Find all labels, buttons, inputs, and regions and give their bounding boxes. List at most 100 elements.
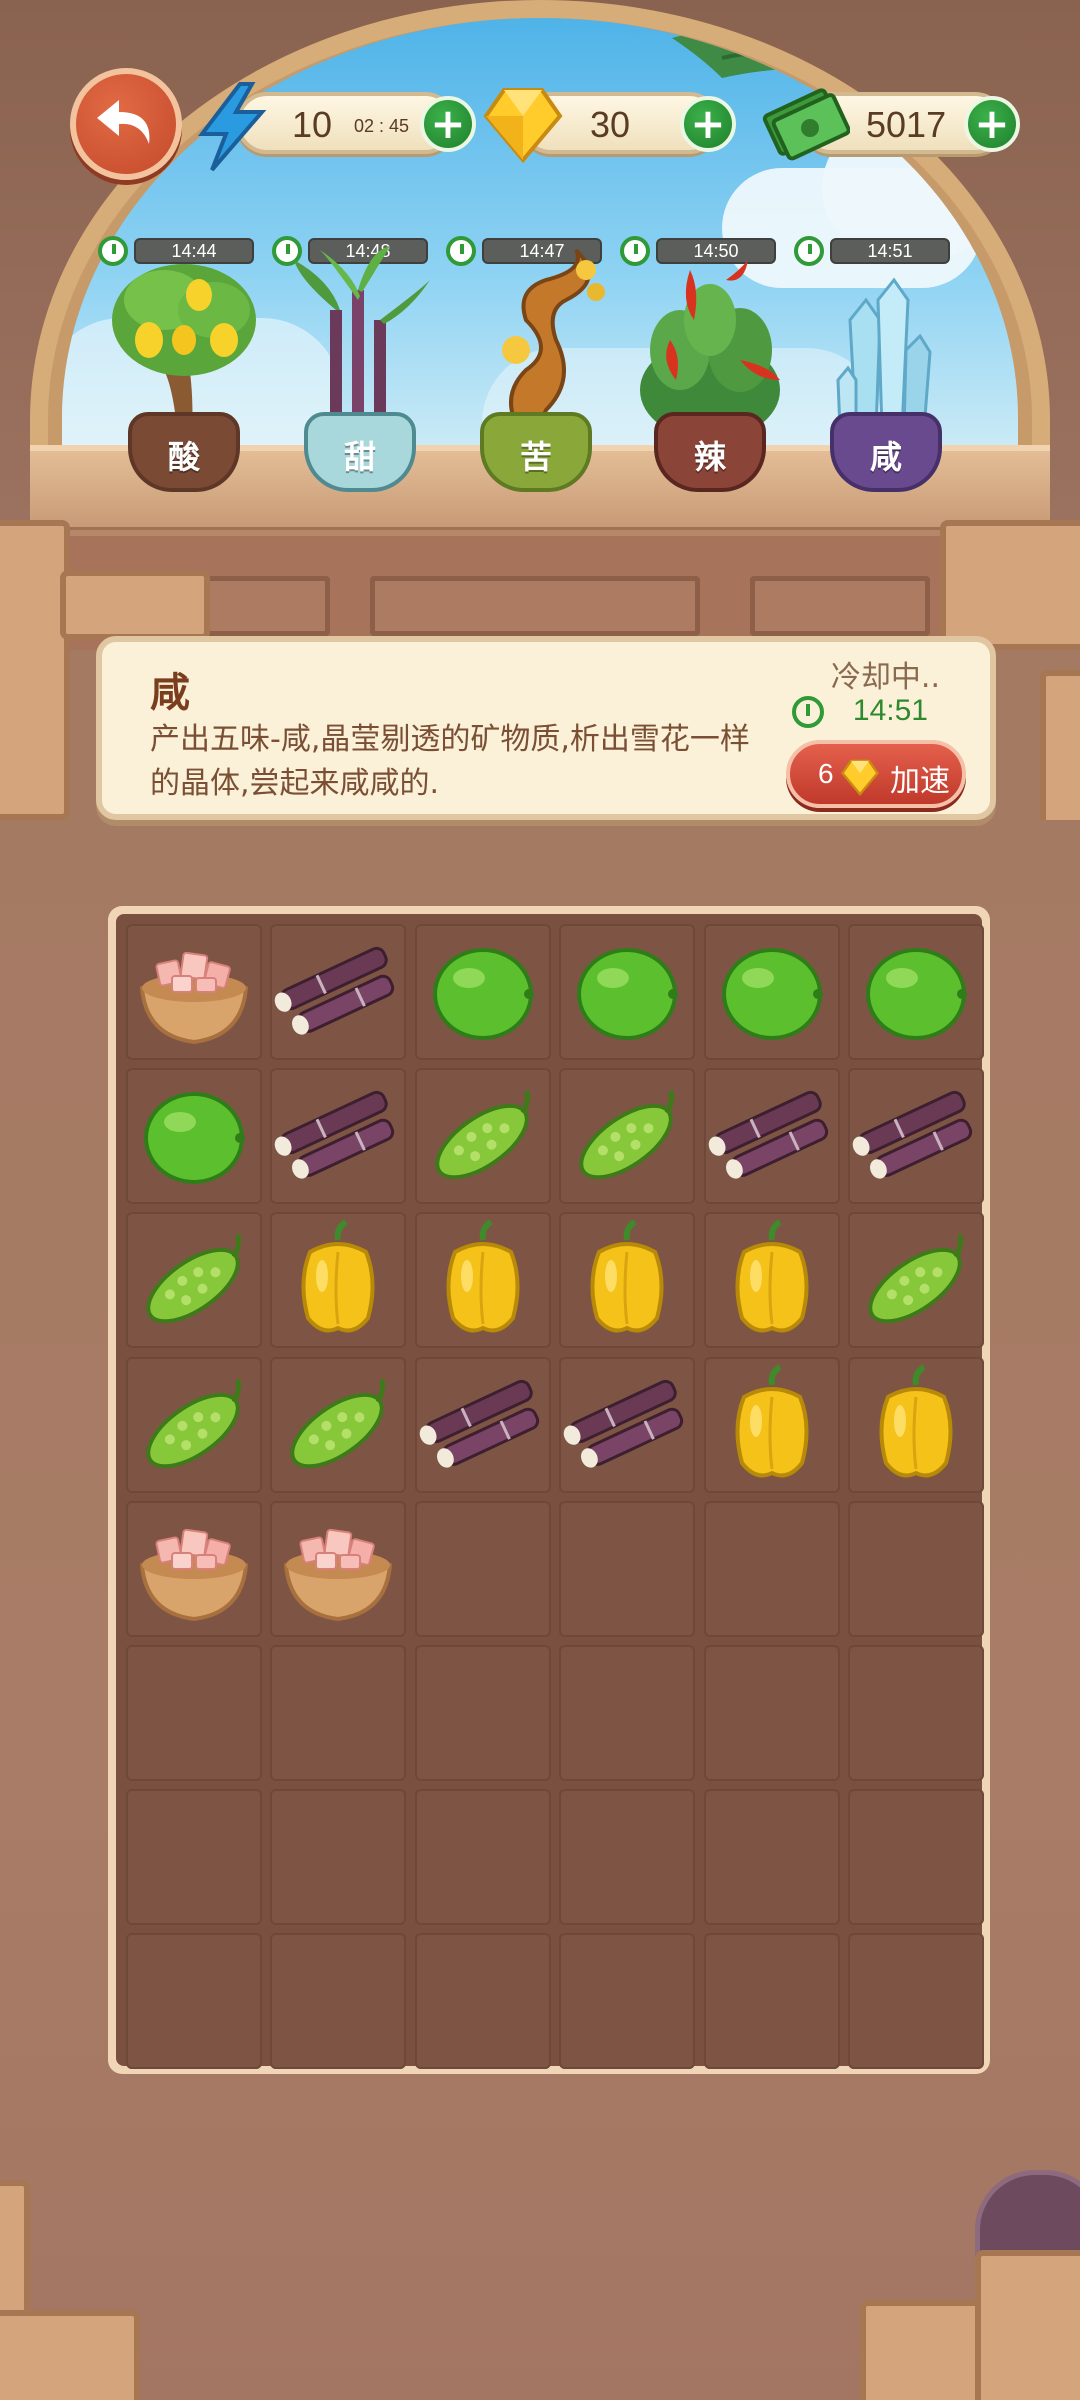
- energy-add-button[interactable]: +: [420, 96, 476, 152]
- board-cell[interactable]: [414, 1645, 551, 1781]
- lime-icon[interactable]: [848, 924, 984, 1060]
- board-cell[interactable]: [270, 1789, 407, 1926]
- board-cell[interactable]: [703, 1356, 840, 1493]
- board-cell[interactable]: [703, 1500, 840, 1637]
- board-cell[interactable]: [559, 1789, 696, 1926]
- board-cell[interactable]: [270, 1068, 407, 1205]
- board-cell[interactable]: [414, 1212, 551, 1349]
- board-cell[interactable]: [559, 1356, 696, 1493]
- speed-up-label: 加速: [890, 764, 950, 799]
- cabinet-panel: [750, 576, 930, 636]
- board-cell[interactable]: [703, 1645, 840, 1781]
- board-cell[interactable]: [848, 924, 984, 1060]
- board-cell[interactable]: [559, 924, 696, 1060]
- board-cell[interactable]: [126, 1356, 262, 1493]
- sugarcane-icon[interactable]: [415, 1357, 551, 1493]
- board-cell[interactable]: [848, 1068, 984, 1205]
- lime-icon[interactable]: [415, 924, 551, 1060]
- bitter-melon-icon[interactable]: [270, 1357, 406, 1493]
- lightning-icon: [197, 82, 267, 172]
- board-cell[interactable]: [703, 1068, 840, 1205]
- board-cell[interactable]: [703, 1789, 840, 1926]
- board-cell[interactable]: [703, 1212, 840, 1349]
- board-cell[interactable]: [848, 1789, 984, 1926]
- bell-pepper-icon[interactable]: [270, 1212, 406, 1348]
- bell-pepper-icon[interactable]: [704, 1357, 840, 1493]
- crate: [60, 570, 210, 640]
- salt-bowl-icon[interactable]: [126, 924, 262, 1060]
- board-cell[interactable]: [414, 1789, 551, 1926]
- board-cell[interactable]: [414, 924, 551, 1060]
- plant-label: 辣: [693, 438, 726, 476]
- bitter-melon-icon[interactable]: [126, 1357, 262, 1493]
- bell-pepper-icon[interactable]: [415, 1212, 551, 1348]
- board-cell[interactable]: [559, 1500, 696, 1637]
- sugarcane-icon[interactable]: [704, 1068, 840, 1204]
- board-cell[interactable]: [414, 1933, 551, 2070]
- bitter-melon-icon[interactable]: [559, 1068, 695, 1204]
- board-cell[interactable]: [848, 1356, 984, 1493]
- bitter-melon-icon[interactable]: [848, 1212, 984, 1348]
- board-cell[interactable]: [270, 1356, 407, 1493]
- lime-icon[interactable]: [126, 1068, 262, 1204]
- sugarcane-icon[interactable]: [848, 1068, 984, 1204]
- gem-icon: [483, 88, 563, 164]
- board-cell[interactable]: [270, 1212, 407, 1349]
- plant-sour[interactable]: 酸: [104, 240, 264, 500]
- board-cell[interactable]: [848, 1933, 984, 2070]
- board-cell[interactable]: [414, 1500, 551, 1637]
- gems-value: 30: [590, 104, 631, 145]
- board-cell[interactable]: [126, 1212, 262, 1349]
- bell-pepper-icon[interactable]: [559, 1212, 695, 1348]
- cash-value: 5017: [866, 104, 947, 145]
- board-cell[interactable]: [126, 1500, 262, 1637]
- item-title: 咸: [150, 670, 190, 716]
- board-cell[interactable]: [126, 1068, 262, 1205]
- board-cell[interactable]: [703, 1933, 840, 2070]
- gems-add-button[interactable]: +: [680, 96, 736, 152]
- plant-bitter[interactable]: 苦: [456, 240, 616, 500]
- bell-pepper-icon[interactable]: [848, 1357, 984, 1493]
- lime-icon[interactable]: [704, 924, 840, 1060]
- board-cell[interactable]: [559, 1068, 696, 1205]
- crate: [0, 520, 70, 820]
- board-cell[interactable]: [559, 1212, 696, 1349]
- board-cell[interactable]: [270, 1645, 407, 1781]
- salt-bowl-icon[interactable]: [126, 1501, 262, 1637]
- crate: [0, 2180, 30, 2320]
- board-cell[interactable]: [270, 1933, 407, 2070]
- sugarcane-icon[interactable]: [559, 1357, 695, 1493]
- board-cell[interactable]: [126, 1645, 262, 1781]
- plant-label: 咸: [869, 438, 902, 476]
- bell-pepper-icon[interactable]: [704, 1212, 840, 1348]
- plant-spicy[interactable]: 辣: [630, 240, 790, 500]
- board-cell[interactable]: [848, 1212, 984, 1349]
- board-cell[interactable]: [848, 1645, 984, 1781]
- board-cell[interactable]: [126, 924, 262, 1060]
- board-cell[interactable]: [270, 924, 407, 1060]
- plant-sweet[interactable]: 甜: [280, 240, 440, 500]
- bitter-melon-icon[interactable]: [126, 1212, 262, 1348]
- board-cell[interactable]: [848, 1500, 984, 1637]
- salt-bowl-icon[interactable]: [270, 1501, 406, 1637]
- board-grid: [116, 914, 984, 2070]
- board-cell[interactable]: [559, 1645, 696, 1781]
- lime-icon[interactable]: [559, 924, 695, 1060]
- board-cell[interactable]: [559, 1933, 696, 2070]
- board-cell[interactable]: [270, 1500, 407, 1637]
- board-cell[interactable]: [414, 1068, 551, 1205]
- sugarcane-icon[interactable]: [270, 924, 406, 1060]
- board-cell[interactable]: [126, 1789, 262, 1926]
- speed-up-button[interactable]: 6 加速: [786, 740, 966, 808]
- board-cell[interactable]: [414, 1356, 551, 1493]
- plant-salty[interactable]: 咸: [806, 240, 966, 500]
- bitter-melon-icon[interactable]: [415, 1068, 551, 1204]
- cash-add-button[interactable]: +: [964, 96, 1020, 152]
- board-cell[interactable]: [126, 1933, 262, 2070]
- sugarcane-icon[interactable]: [270, 1068, 406, 1204]
- plant-label: 苦: [519, 438, 552, 476]
- energy-timer: 02 : 45: [354, 116, 410, 136]
- board-cell[interactable]: [703, 924, 840, 1060]
- back-button[interactable]: [70, 68, 182, 180]
- plant-label: 甜: [343, 438, 376, 476]
